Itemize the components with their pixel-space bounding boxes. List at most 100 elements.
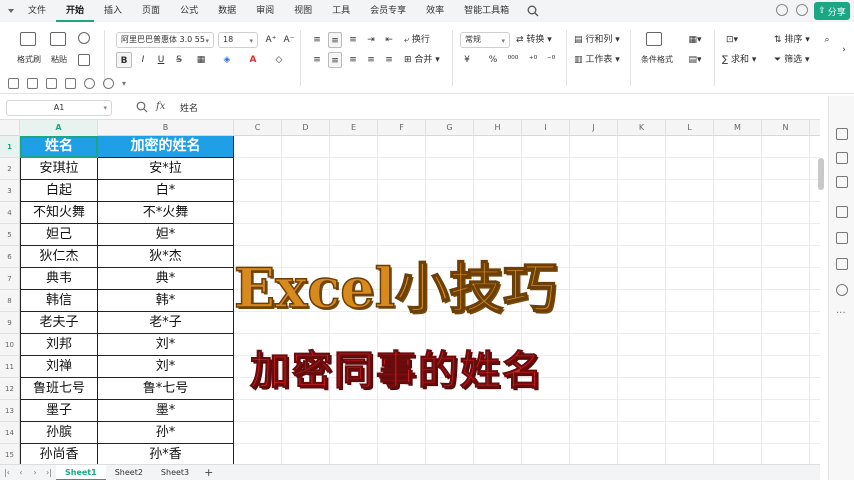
formula-input[interactable]: 姓名 [180, 101, 198, 114]
fill-color-icon[interactable]: ◈ [218, 52, 236, 68]
tools-icon[interactable] [836, 232, 848, 244]
indent-decrease-icon[interactable]: ⇤ [382, 32, 396, 48]
column-header-k[interactable]: K [618, 120, 666, 136]
column-header-m[interactable]: M [714, 120, 762, 136]
sheet-tab-3[interactable]: Sheet3 [152, 465, 198, 480]
filter-button[interactable]: ⏷ 筛选 ▾ [774, 52, 818, 68]
name-cell[interactable]: 韩信 [20, 290, 98, 312]
row-header-15[interactable]: 15 [0, 444, 20, 464]
style-icon[interactable] [836, 206, 848, 218]
worksheet-button[interactable]: ▥ 工作表 ▾ [574, 52, 624, 68]
align-top-icon[interactable]: ≡ [310, 32, 324, 48]
menu-file[interactable]: 文件 [18, 0, 56, 22]
encrypted-name-cell[interactable]: 刘* [98, 356, 234, 378]
align-left-icon[interactable]: ≡ [310, 52, 324, 68]
row-header-4[interactable]: 4 [0, 202, 20, 224]
encrypted-name-cell[interactable]: 不*火舞 [98, 202, 234, 224]
encrypted-name-cell[interactable]: 妲* [98, 224, 234, 246]
wrap-button[interactable]: ⤶ 换行 [404, 32, 444, 48]
increase-decimal-icon[interactable]: ⁺⁰ [526, 52, 540, 68]
scrollbar-thumb[interactable] [818, 158, 824, 190]
menu-insert[interactable]: 插入 [94, 0, 132, 22]
row-header-9[interactable]: 9 [0, 312, 20, 334]
add-sheet-button[interactable]: + [198, 465, 219, 480]
font-grow-icon[interactable]: A⁺ [264, 32, 278, 48]
name-cell[interactable]: 孙尚香 [20, 444, 98, 464]
column-header-h[interactable]: H [474, 120, 522, 136]
column-header-d[interactable]: D [282, 120, 330, 136]
encrypted-name-cell[interactable]: 孙*香 [98, 444, 234, 464]
table-style-icon[interactable]: ▤▾ [684, 52, 706, 68]
distributed-icon[interactable]: ≡ [382, 52, 396, 68]
name-cell[interactable]: 刘邦 [20, 334, 98, 356]
name-cell[interactable]: 老夫子 [20, 312, 98, 334]
select-icon[interactable] [836, 128, 848, 140]
font-color-icon[interactable]: A [244, 52, 262, 68]
align-right-icon[interactable]: ≡ [346, 52, 360, 68]
open-icon[interactable] [27, 77, 38, 89]
header-cell-encrypted[interactable]: 加密的姓名 [98, 136, 234, 158]
encrypted-name-cell[interactable]: 狄*杰 [98, 246, 234, 268]
number-format-select[interactable]: 常规 ▾ [460, 32, 510, 48]
row-header-7[interactable]: 7 [0, 268, 20, 290]
column-header-f[interactable]: F [378, 120, 426, 136]
cloud-icon[interactable] [776, 4, 788, 16]
find-icon[interactable]: ⌕ [820, 32, 834, 48]
encrypted-name-cell[interactable]: 墨* [98, 400, 234, 422]
column-header-a[interactable]: A [20, 120, 98, 136]
conditional-format-label[interactable]: 条件格式 [636, 52, 678, 68]
name-cell[interactable]: 妲己 [20, 224, 98, 246]
row-header-12[interactable]: 12 [0, 378, 20, 400]
font-name-select[interactable]: 阿里巴巴普惠体 3.0 55 ▾ [116, 32, 214, 48]
align-bottom-icon[interactable]: ≡ [346, 32, 360, 48]
backup-icon[interactable] [836, 258, 848, 270]
paste-button[interactable] [50, 32, 66, 49]
menu-home[interactable]: 开始 [56, 0, 95, 22]
header-cell-name[interactable]: 姓名 [20, 136, 98, 158]
zoom-icon[interactable] [136, 101, 148, 113]
strikethrough-icon[interactable]: S̶ [172, 52, 186, 68]
name-cell[interactable]: 刘禅 [20, 356, 98, 378]
undo-icon[interactable] [84, 77, 95, 89]
sum-button[interactable]: ∑ 求和 ▾ [722, 52, 770, 68]
last-sheet-icon[interactable]: ›| [42, 468, 56, 477]
paste-label[interactable]: 粘贴 [46, 52, 72, 68]
menu-view[interactable]: 视图 [284, 0, 322, 22]
comma-style-icon[interactable]: ⁰⁰⁰ [506, 52, 520, 68]
column-header-j[interactable]: J [570, 120, 618, 136]
column-header-i[interactable]: I [522, 120, 570, 136]
conditional-format-button[interactable] [646, 32, 662, 49]
name-cell[interactable]: 鲁班七号 [20, 378, 98, 400]
encrypted-name-cell[interactable]: 刘* [98, 334, 234, 356]
prev-sheet-icon[interactable]: ‹ [14, 468, 28, 477]
row-header-10[interactable]: 10 [0, 334, 20, 356]
convert-button[interactable]: ⇄ 转换 ▾ [516, 32, 558, 48]
decrease-decimal-icon[interactable]: ⁻⁰ [544, 52, 558, 68]
row-header-11[interactable]: 11 [0, 356, 20, 378]
select-all-corner[interactable] [0, 120, 20, 136]
menu-data[interactable]: 数据 [208, 0, 246, 22]
column-header-b[interactable]: B [98, 120, 234, 136]
percent-button[interactable]: % [486, 52, 500, 68]
format-painter-button[interactable] [20, 32, 36, 49]
indent-increase-icon[interactable]: ⇥ [364, 32, 378, 48]
new-file-icon[interactable] [8, 77, 19, 89]
encrypted-name-cell[interactable]: 典* [98, 268, 234, 290]
column-header-g[interactable]: G [426, 120, 474, 136]
row-header-3[interactable]: 3 [0, 180, 20, 202]
row-header-8[interactable]: 8 [0, 290, 20, 312]
column-header-n[interactable]: N [762, 120, 810, 136]
share-button[interactable]: ⇪ 分享 [814, 2, 850, 20]
rows-cols-button[interactable]: ▤ 行和列 ▾ [574, 32, 624, 48]
align-center-icon[interactable]: ≡ [328, 52, 342, 68]
fx-button[interactable]: fx [156, 101, 165, 112]
italic-button[interactable]: I [136, 52, 150, 68]
currency-button[interactable]: ¥ [460, 52, 474, 68]
menu-tools[interactable]: 工具 [322, 0, 360, 22]
align-middle-icon[interactable]: ≡ [328, 32, 342, 48]
adjust-icon[interactable] [836, 152, 848, 164]
fill-icon[interactable]: ⊡▾ [722, 32, 742, 48]
encrypted-name-cell[interactable]: 老*子 [98, 312, 234, 334]
column-header-l[interactable]: L [666, 120, 714, 136]
row-header-5[interactable]: 5 [0, 224, 20, 246]
